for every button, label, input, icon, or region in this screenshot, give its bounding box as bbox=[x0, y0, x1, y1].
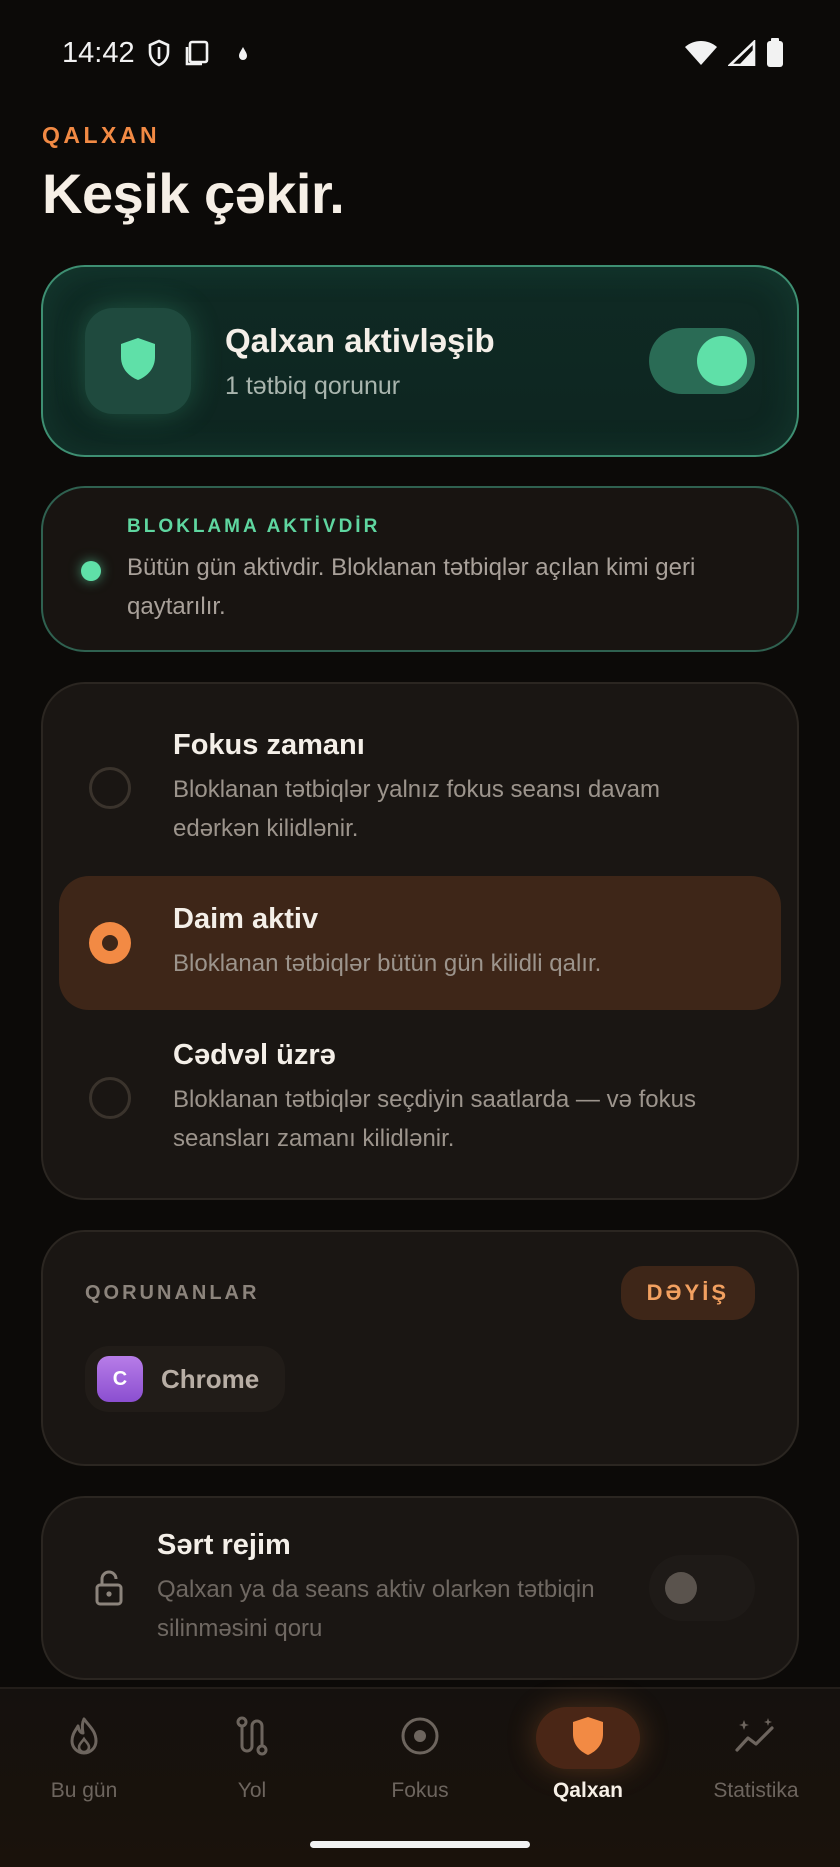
toggle-knob bbox=[665, 1572, 697, 1604]
mode-title: Cədvəl üzrə bbox=[173, 1038, 336, 1071]
mode-option-schedule[interactable]: Cədvəl üzrə Bloklanan tətbiqlər seçdiyin… bbox=[59, 1010, 781, 1186]
nav-item-today[interactable]: Bu gün bbox=[0, 1689, 168, 1867]
strict-mode-title: Sərt rejim bbox=[157, 1528, 291, 1561]
mode-title: Fokus zamanı bbox=[173, 728, 365, 761]
active-dot bbox=[81, 561, 101, 581]
wifi-icon bbox=[684, 40, 718, 66]
bottom-nav: Bu gün Yol Fokus Qalxan Statistika bbox=[0, 1687, 840, 1867]
shield-status-icon bbox=[147, 39, 171, 67]
mode-description: Bloklanan tətbiqlər bütün gün kilidli qa… bbox=[173, 950, 602, 977]
radio-button[interactable] bbox=[89, 767, 131, 809]
protected-apps-card: QORUNANLAR DƏYİŞ C Chrome bbox=[41, 1230, 799, 1466]
status-time: 14:42 bbox=[62, 36, 135, 69]
mode-description: Bloklanan tətbiqlər yalnız fokus seansı … bbox=[173, 775, 660, 842]
shield-tile bbox=[85, 308, 191, 414]
target-icon bbox=[400, 1716, 440, 1760]
lock-icon bbox=[85, 1569, 133, 1607]
nav-label: Statistika bbox=[713, 1779, 799, 1802]
nav-label: Fokus bbox=[391, 1779, 449, 1802]
mode-selector: Fokus zamanı Bloklanan tətbiqlər yalnız … bbox=[41, 682, 799, 1200]
strict-mode-card: Sərt rejim Qalxan ya da seans aktiv olar… bbox=[41, 1496, 799, 1680]
status-bar: 14:42 bbox=[0, 0, 840, 106]
mode-option-focus[interactable]: Fokus zamanı Bloklanan tətbiqlər yalnız … bbox=[59, 700, 781, 876]
radio-button-selected[interactable] bbox=[89, 922, 131, 964]
signal-icon bbox=[728, 40, 756, 66]
shield-title: Qalxan aktivləşib bbox=[225, 321, 495, 359]
shield-status-card: Qalxan aktivləşib 1 tətbiq qorunur bbox=[41, 265, 799, 457]
chart-sparkle-icon bbox=[734, 1716, 778, 1760]
nav-label: Yol bbox=[237, 1779, 267, 1802]
blocking-status-label: BLOKLAMA AKTİVDİR bbox=[127, 516, 381, 537]
mode-description: Bloklanan tətbiqlər seçdiyin saatlarda —… bbox=[173, 1085, 696, 1152]
toggle-knob bbox=[697, 336, 747, 386]
drop-icon bbox=[237, 45, 249, 61]
mode-option-always[interactable]: Daim aktiv Bloklanan tətbiqlər bütün gün… bbox=[59, 876, 781, 1010]
app-chip-chrome[interactable]: C Chrome bbox=[85, 1346, 286, 1412]
blocking-status-card: BLOKLAMA AKTİVDİR Bütün gün aktivdir. Bl… bbox=[41, 486, 799, 652]
flame-icon bbox=[67, 1716, 101, 1760]
protected-label: QORUNANLAR bbox=[85, 1281, 260, 1304]
blocking-status-description: Bütün gün aktivdir. Bloklanan tətbiqlər … bbox=[127, 554, 696, 620]
strict-mode-toggle[interactable] bbox=[649, 1555, 755, 1621]
page-header: QALXAN Keşik çəkir. bbox=[42, 122, 345, 226]
nav-item-path[interactable]: Yol bbox=[168, 1689, 336, 1867]
app-name: Chrome bbox=[161, 1363, 260, 1394]
shield-toggle[interactable] bbox=[649, 328, 755, 394]
route-icon bbox=[234, 1716, 270, 1760]
section-eyebrow: QALXAN bbox=[42, 122, 161, 148]
nav-label: Qalxan bbox=[552, 1779, 624, 1802]
shield-icon bbox=[570, 1715, 606, 1761]
mode-title: Daim aktiv bbox=[173, 903, 319, 935]
home-indicator[interactable] bbox=[310, 1841, 530, 1848]
nav-item-shield[interactable]: Qalxan bbox=[504, 1689, 672, 1867]
change-button[interactable]: DƏYİŞ bbox=[620, 1266, 755, 1320]
shield-subtitle: 1 tətbiq qorunur bbox=[225, 371, 401, 400]
nav-item-statistics[interactable]: Statistika bbox=[672, 1689, 840, 1867]
strict-mode-description: Qalxan ya da seans aktiv olarkən tətbiqi… bbox=[157, 1575, 595, 1642]
battery-icon bbox=[766, 38, 784, 68]
screen-icon bbox=[183, 39, 211, 67]
radio-button[interactable] bbox=[89, 1077, 131, 1119]
shield-icon bbox=[118, 336, 158, 386]
nav-label: Bu gün bbox=[50, 1779, 118, 1802]
page-title: Keşik çəkir. bbox=[42, 162, 345, 225]
chrome-app-icon: C bbox=[97, 1356, 143, 1402]
